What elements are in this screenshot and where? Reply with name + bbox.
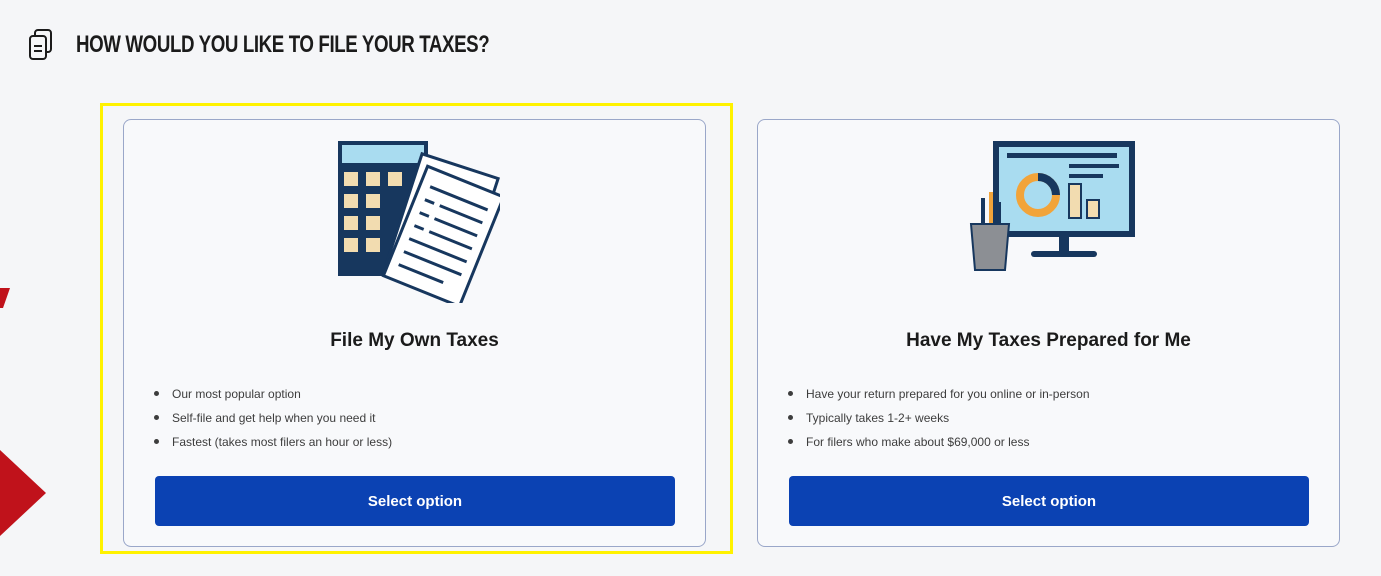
list-item: Fastest (takes most filers an hour or le…	[152, 430, 392, 454]
page-title: How would you like to file your taxes?	[76, 31, 490, 58]
monitor-chart-icon	[969, 141, 1135, 271]
select-option-button[interactable]: Select option	[789, 476, 1309, 526]
page-header: How would you like to file your taxes?	[28, 28, 606, 62]
calculator-forms-icon	[337, 141, 500, 303]
annotation-mark-icon	[0, 288, 10, 308]
option-title: Have My Taxes Prepared for Me	[906, 330, 1191, 351]
annotation-arrow-icon	[0, 450, 46, 536]
option-bullets: Have your return prepared for you online…	[786, 382, 1090, 454]
list-item: Our most popular option	[152, 382, 392, 406]
list-item: Self-file and get help when you need it	[152, 406, 392, 430]
option-bullets: Our most popular option Self-file and ge…	[152, 382, 392, 454]
list-item: For filers who make about $69,000 or les…	[786, 430, 1090, 454]
document-icon	[29, 29, 52, 60]
option-title: File My Own Taxes	[330, 330, 499, 351]
option-card-prepared[interactable]: Have My Taxes Prepared for Me Have your …	[757, 119, 1340, 547]
option-card-file-own[interactable]: File My Own Taxes Our most popular optio…	[123, 119, 706, 547]
list-item: Have your return prepared for you online…	[786, 382, 1090, 406]
select-option-button[interactable]: Select option	[155, 476, 675, 526]
list-item: Typically takes 1-2+ weeks	[786, 406, 1090, 430]
